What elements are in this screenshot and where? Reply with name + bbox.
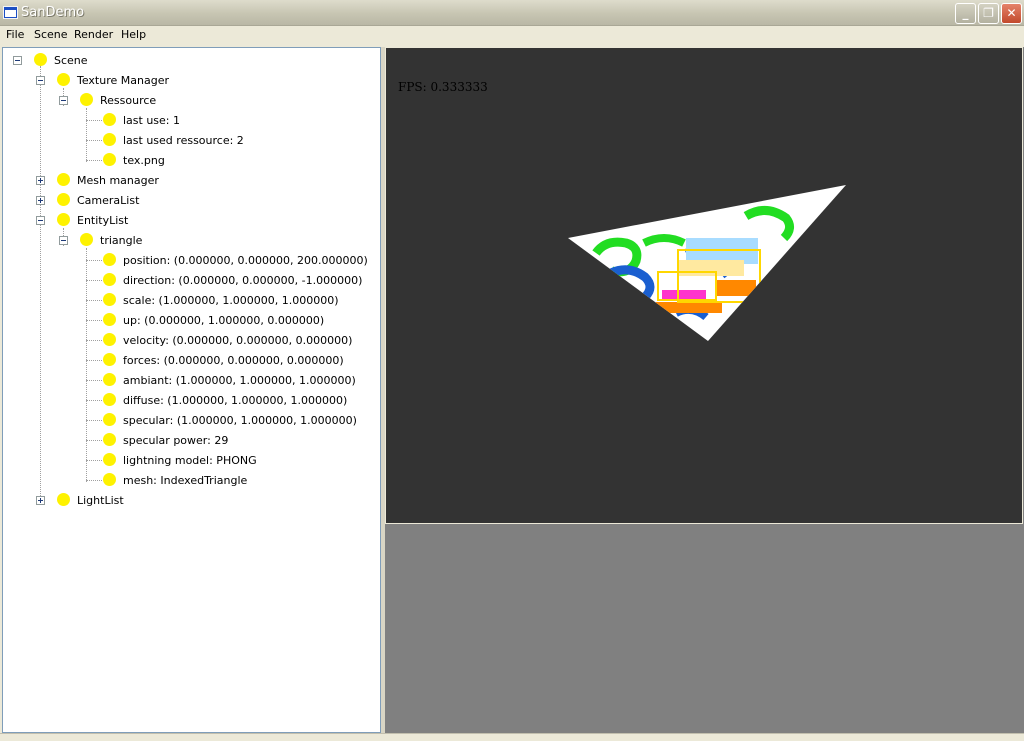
node-bulb-icon [57,493,70,506]
tree-node-label: specular power: 29 [123,434,229,447]
node-bulb-icon [103,153,116,166]
tree-node-label: Texture Manager [77,74,169,87]
tree-line [86,400,102,401]
tree-node-label: scale: (1.000000, 1.000000, 1.000000) [123,294,339,307]
node-bulb-icon [80,93,93,106]
title-bar[interactable]: SanDemo _ ❐ ✕ [0,0,1024,26]
tree-line [86,280,102,281]
menu-file[interactable]: File [6,28,24,41]
node-bulb-icon [80,233,93,246]
render-viewport[interactable]: FPS: 0.333333 [385,47,1023,524]
tree-node-label: Scene [54,54,88,67]
tree-node-label: lightning model: PHONG [123,454,257,467]
node-bulb-icon [103,453,116,466]
tree-line [40,66,41,500]
menu-render[interactable]: Render [74,28,113,41]
menu-bar: File Scene Render Help [0,26,1024,45]
collapse-texture-manager-toggle[interactable] [36,76,45,85]
node-bulb-icon [57,213,70,226]
rendered-triangle [568,185,846,341]
close-button[interactable]: ✕ [1001,3,1022,24]
tree-line [86,300,102,301]
tree-node-label: diffuse: (1.000000, 1.000000, 1.000000) [123,394,348,407]
node-bulb-icon [103,473,116,486]
fps-counter: FPS: 0.333333 [398,80,488,94]
tree-line [86,360,102,361]
expand-mesh-manager-toggle[interactable] [36,176,45,185]
node-bulb-icon [103,133,116,146]
expand-light-list-toggle[interactable] [36,496,45,505]
tree-line [86,140,102,141]
tree-node-label: triangle [100,234,143,247]
tree-node-label: position: (0.000000, 0.000000, 200.00000… [123,254,368,267]
tree-line [86,440,102,441]
tree-line [86,340,102,341]
expand-camera-list-toggle[interactable] [36,196,45,205]
tree-line [86,160,102,161]
collapse-entity-list-toggle[interactable] [36,216,45,225]
tree-line [86,260,102,261]
window-title: SanDemo [21,5,85,20]
tree-node-label: last used ressource: 2 [123,134,244,147]
tree-node-label: Ressource [100,94,157,107]
tree-line [86,108,87,162]
node-bulb-icon [103,373,116,386]
tree-node-label: Mesh manager [77,174,159,187]
tree-line [86,120,102,121]
node-bulb-icon [57,193,70,206]
tree-node-label: LightList [77,494,124,507]
collapse-triangle-toggle[interactable] [59,236,68,245]
node-bulb-icon [103,313,116,326]
menu-scene[interactable]: Scene [34,28,68,41]
tree-node-label: up: (0.000000, 1.000000, 0.000000) [123,314,325,327]
tree-node-label: last use: 1 [123,114,181,127]
tree-node-label: tex.png [123,154,165,167]
node-bulb-icon [103,393,116,406]
node-bulb-icon [103,273,116,286]
tree-line [86,380,102,381]
tree-line [86,420,102,421]
scene-tree[interactable]: Scene Texture Manager Ressource last use… [2,47,381,733]
tree-line [86,460,102,461]
minimize-button[interactable]: _ [955,3,976,24]
tree-node-label: CameraList [77,194,140,207]
node-bulb-icon [103,413,116,426]
node-bulb-icon [57,73,70,86]
tree-line [86,320,102,321]
tree-node-label: ambiant: (1.000000, 1.000000, 1.000000) [123,374,356,387]
node-bulb-icon [103,433,116,446]
tree-node-label: forces: (0.000000, 0.000000, 0.000000) [123,354,344,367]
tree-node-label: direction: (0.000000, 0.000000, -1.00000… [123,274,363,287]
node-bulb-icon [57,173,70,186]
node-bulb-icon [103,353,116,366]
node-bulb-icon [103,293,116,306]
window-icon[interactable] [3,6,18,19]
tree-node-label: mesh: IndexedTriangle [123,474,248,487]
maximize-button[interactable]: ❐ [978,3,999,24]
tree-node-label: velocity: (0.000000, 0.000000, 0.000000) [123,334,353,347]
node-bulb-icon [34,53,47,66]
tree-line [86,248,87,482]
node-bulb-icon [103,253,116,266]
node-bulb-icon [103,333,116,346]
collapse-ressource-toggle[interactable] [59,96,68,105]
node-bulb-icon [103,113,116,126]
tree-line [86,480,102,481]
tree-node-label: specular: (1.000000, 1.000000, 1.000000) [123,414,357,427]
tree-node-label: EntityList [77,214,129,227]
menu-help[interactable]: Help [121,28,146,41]
collapse-scene-toggle[interactable] [13,56,22,65]
